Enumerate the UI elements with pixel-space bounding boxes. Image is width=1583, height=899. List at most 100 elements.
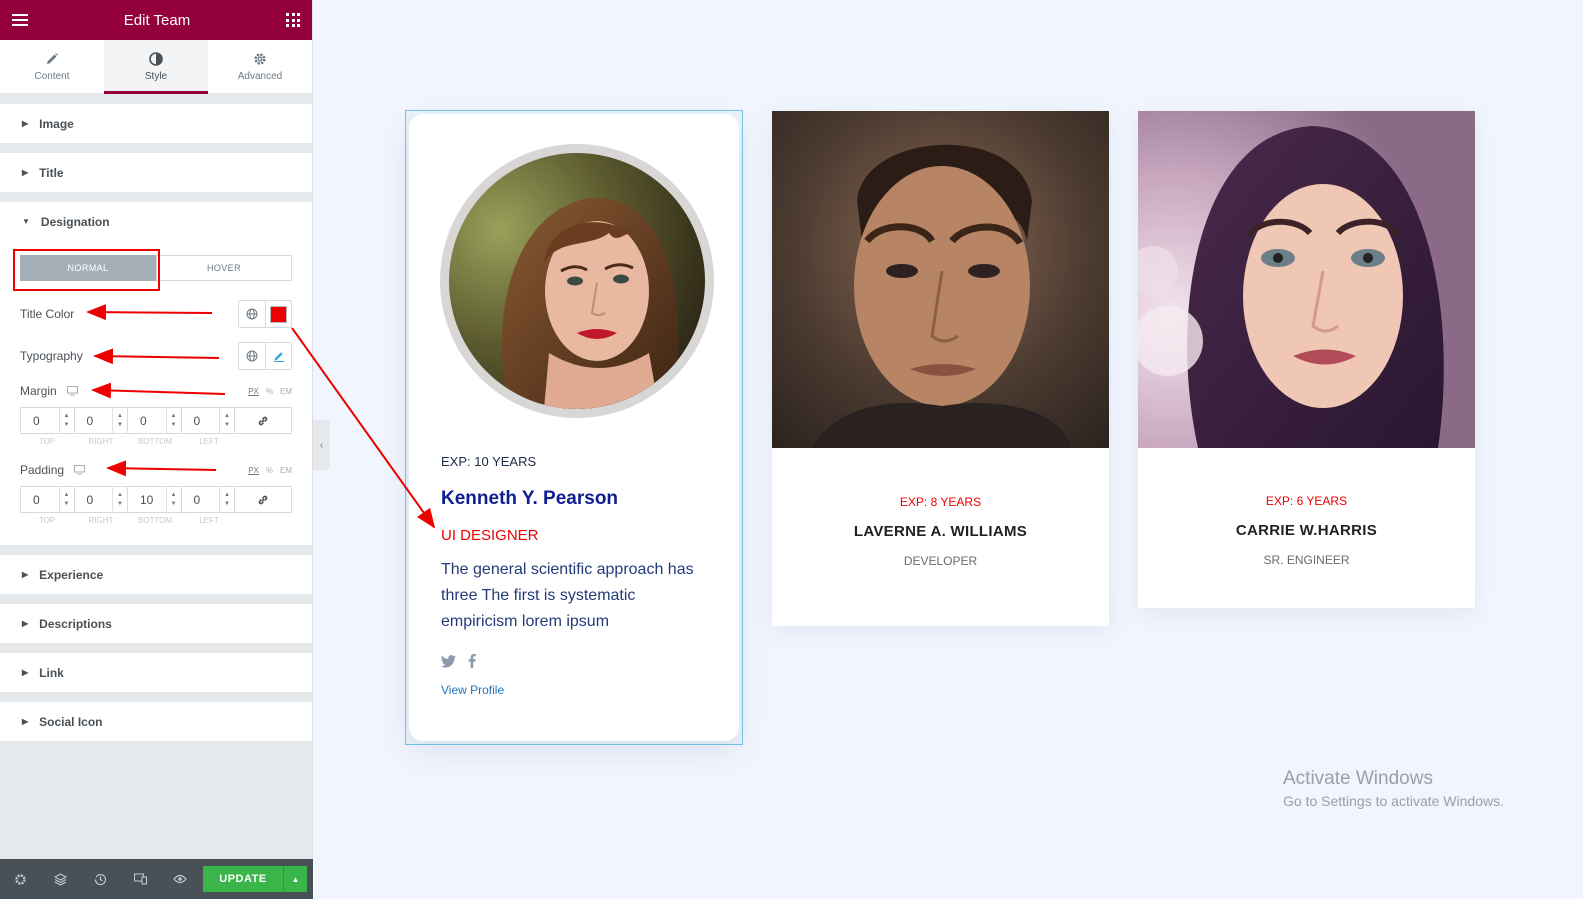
padding-left-input[interactable]: 0 ▲ ▼: [182, 487, 235, 512]
stepper-icon[interactable]: ▲ ▼: [112, 408, 127, 433]
unit-percent[interactable]: %: [266, 466, 273, 475]
menu-icon[interactable]: [12, 14, 28, 26]
state-switcher: NORMAL HOVER: [13, 249, 292, 291]
unit-px[interactable]: PX: [248, 466, 259, 475]
facebook-icon[interactable]: [468, 654, 476, 668]
link-values-button[interactable]: [235, 408, 291, 433]
unit-em[interactable]: EM: [280, 466, 292, 475]
responsive-mode-button[interactable]: [120, 859, 160, 899]
member-photo: [440, 144, 714, 418]
stepper-icon[interactable]: ▲ ▼: [165, 408, 181, 433]
margin-header: Margin PX % EM: [20, 381, 292, 401]
link-icon: [258, 495, 268, 504]
stepper-icon[interactable]: ▲ ▼: [219, 487, 234, 512]
margin-units: PX % EM: [248, 387, 292, 396]
title-color-label: Title Color: [20, 307, 75, 321]
stepper-icon[interactable]: ▲ ▼: [58, 408, 74, 433]
margin-side-labels: TOP RIGHT BOTTOM LEFT: [38, 437, 219, 446]
preview-button[interactable]: [160, 859, 200, 899]
padding-right-input[interactable]: 0 ▲ ▼: [75, 487, 128, 512]
stepper-icon[interactable]: ▲ ▼: [165, 487, 181, 512]
unit-px[interactable]: PX: [248, 387, 259, 396]
history-button[interactable]: [80, 859, 120, 899]
member-description: The general scientific approach has thre…: [441, 561, 694, 630]
state-normal-tab[interactable]: NORMAL: [20, 255, 156, 281]
pencil-icon: [47, 52, 58, 64]
section-social-icon[interactable]: ▶ Social Icon: [0, 702, 312, 741]
margin-inputs: 0 ▲ ▼ 0 ▲ ▼ 0 ▲ ▼ 0 ▲ ▼: [20, 407, 292, 434]
update-button[interactable]: UPDATE: [203, 866, 283, 892]
edit-typography-button[interactable]: [265, 343, 291, 369]
member-experience: EXP: 6 YEARS: [1265, 494, 1348, 508]
padding-header: Padding PX % EM: [20, 460, 292, 480]
team-card-second[interactable]: EXP: 8 YEARS LAVERNE A. WILLIAMS DEVELOP…: [772, 111, 1109, 626]
twitter-icon[interactable]: [441, 654, 456, 668]
caret-right-icon: ▶: [22, 119, 29, 128]
team-card-featured[interactable]: EXP: 10 YEARS Kenneth Y. Pearson UI DESI…: [405, 110, 743, 745]
section-image[interactable]: ▶ Image: [0, 104, 312, 143]
desktop-icon[interactable]: [66, 386, 78, 396]
section-experience[interactable]: ▶ Experience: [0, 555, 312, 594]
padding-side-labels: TOP RIGHT BOTTOM LEFT: [38, 516, 219, 525]
editor-header: Edit Team: [0, 0, 312, 40]
update-options-button[interactable]: ▲: [283, 866, 307, 892]
editor-sidebar: Edit Team Content Style Advanced ▶ Image …: [0, 0, 313, 899]
padding-top-input[interactable]: 0 ▲ ▼: [21, 487, 75, 512]
stepper-icon[interactable]: ▲ ▼: [58, 487, 74, 512]
caret-down-icon: ▼: [22, 217, 30, 226]
unit-em[interactable]: EM: [280, 387, 292, 396]
member-name: CARRIE W.HARRIS: [1235, 522, 1378, 539]
watermark-line1: Activate Windows: [1283, 768, 1433, 789]
chevron-left-icon: ‹: [319, 439, 324, 451]
caret-right-icon: ▶: [22, 668, 29, 677]
typography-control: Typography: [20, 339, 292, 373]
section-title[interactable]: ▶ Title: [0, 153, 312, 192]
tab-advanced[interactable]: Advanced: [208, 40, 312, 93]
designation-panel: NORMAL HOVER Title Color Typography Marg…: [0, 241, 312, 545]
settings-button[interactable]: [0, 859, 40, 899]
margin-right-input[interactable]: 0 ▲ ▼: [75, 408, 128, 433]
global-colors-button[interactable]: [239, 301, 265, 327]
caret-up-icon: ▲: [291, 874, 300, 884]
padding-units: PX % EM: [248, 466, 292, 475]
unit-percent[interactable]: %: [266, 387, 273, 396]
margin-left-input[interactable]: 0 ▲ ▼: [182, 408, 235, 433]
typography-label: Typography: [20, 349, 83, 363]
update-group: UPDATE ▲: [203, 866, 307, 892]
member-experience: EXP: 10 YEARS: [441, 454, 537, 469]
editor-title: Edit Team: [123, 11, 191, 29]
section-descriptions[interactable]: ▶ Descriptions: [0, 604, 312, 643]
link-values-button[interactable]: [235, 487, 291, 512]
padding-bottom-input[interactable]: 10 ▲ ▼: [128, 487, 182, 512]
collapse-panel-button[interactable]: ‹: [313, 420, 330, 470]
margin-top-input[interactable]: 0 ▲ ▼: [21, 408, 75, 433]
tab-content[interactable]: Content: [0, 40, 104, 93]
history-icon: [94, 873, 106, 885]
editor-tabs: Content Style Advanced: [0, 40, 312, 94]
tab-style[interactable]: Style: [104, 40, 208, 94]
widgets-grid-icon[interactable]: [286, 13, 300, 27]
margin-bottom-input[interactable]: 0 ▲ ▼: [128, 408, 182, 433]
windows-activation-watermark: Activate Windows Go to Settings to activ…: [1283, 768, 1504, 809]
stepper-icon[interactable]: ▲ ▼: [112, 487, 127, 512]
stepper-icon[interactable]: ▲ ▼: [219, 408, 234, 433]
global-typography-button[interactable]: [239, 343, 265, 369]
eye-icon: [173, 874, 187, 884]
responsive-icon: [133, 873, 147, 885]
member-experience: EXP: 8 YEARS: [899, 495, 982, 509]
section-designation[interactable]: ▼ Designation: [0, 202, 312, 241]
member-info: EXP: 6 YEARS CARRIE W.HARRIS SR. ENGINEE…: [1138, 448, 1475, 567]
navigator-button[interactable]: [40, 859, 80, 899]
team-card-third[interactable]: EXP: 6 YEARS CARRIE W.HARRIS SR. ENGINEE…: [1138, 111, 1475, 608]
state-hover-tab[interactable]: HOVER: [156, 255, 292, 281]
globe-icon: [246, 350, 258, 362]
link-icon: [258, 416, 268, 425]
view-profile-link[interactable]: View Profile: [441, 683, 504, 697]
member-name: Kenneth Y. Pearson: [441, 488, 619, 509]
member-designation: DEVELOPER: [903, 554, 978, 568]
color-picker-button[interactable]: [265, 301, 291, 327]
layers-icon: [53, 872, 67, 886]
desktop-icon[interactable]: [74, 465, 86, 475]
section-link[interactable]: ▶ Link: [0, 653, 312, 692]
caret-right-icon: ▶: [22, 570, 29, 579]
